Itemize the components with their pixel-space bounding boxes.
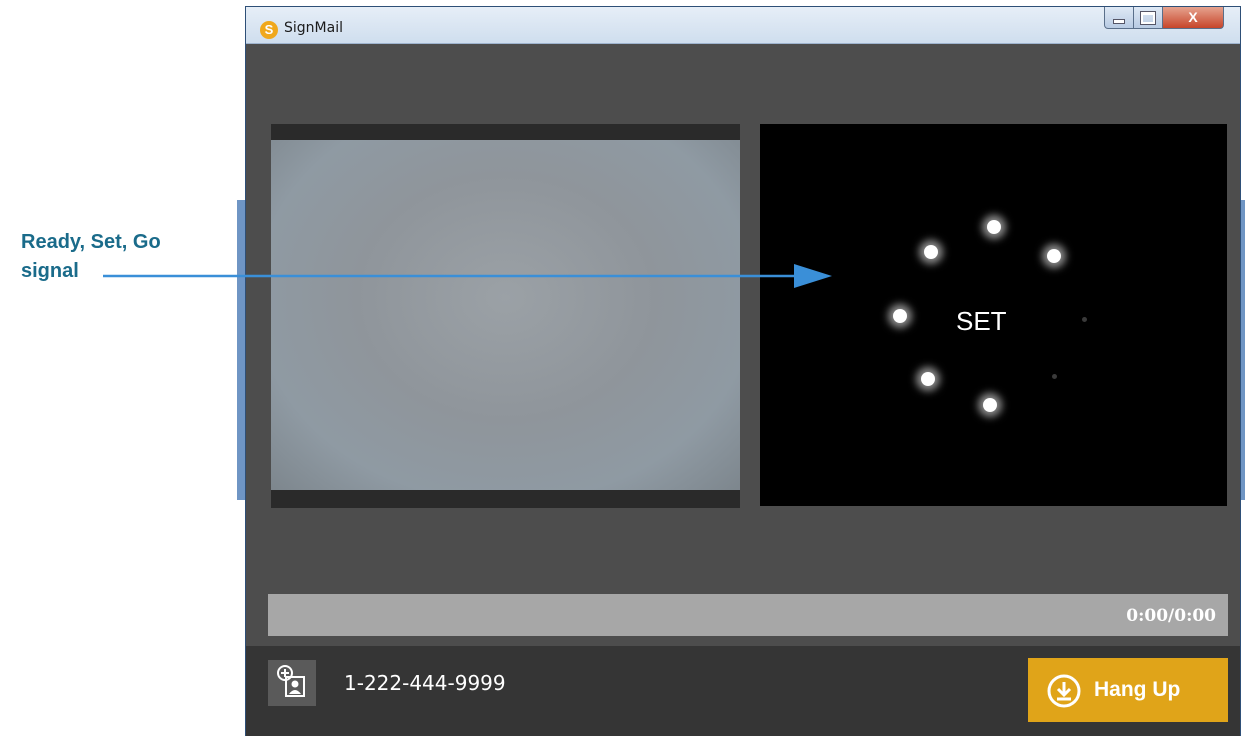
maximize-button[interactable] (1133, 7, 1163, 29)
self-view-frame (271, 124, 740, 508)
hang-up-button[interactable]: Hang Up (1028, 658, 1228, 722)
hang-up-label: Hang Up (1094, 678, 1181, 701)
countdown-dot (921, 372, 935, 386)
download-circle-icon (1047, 674, 1081, 708)
desktop-edge-right (1241, 200, 1245, 500)
signmail-window: S SignMail X SET 0:00/0:00 1-222-444-999… (245, 6, 1241, 736)
desktop-edge-left (237, 200, 245, 500)
playback-time: 0:00/0:00 (1126, 606, 1216, 626)
countdown-panel: SET (760, 124, 1227, 506)
countdown-dot (987, 220, 1001, 234)
maximize-icon (1140, 11, 1156, 25)
annotation-line-2: signal (21, 260, 79, 282)
add-contact-button[interactable] (268, 660, 316, 706)
add-contact-icon (277, 665, 305, 697)
countdown-dot (924, 245, 938, 259)
call-control-bar: 1-222-444-9999 Hang Up (246, 646, 1240, 736)
playback-progress-bar[interactable]: 0:00/0:00 (268, 594, 1228, 636)
signmail-app-icon: S (260, 21, 278, 39)
self-view-video (271, 140, 740, 490)
annotation-label: Ready, Set, Go signal (21, 228, 201, 286)
annotation-line-1: Ready, Set, Go (21, 231, 161, 253)
countdown-dot (983, 398, 997, 412)
minimize-icon (1113, 19, 1125, 24)
countdown-text: SET (956, 306, 1007, 336)
close-button[interactable]: X (1162, 7, 1224, 29)
countdown-dot (1047, 249, 1061, 263)
phone-number: 1-222-444-9999 (344, 671, 506, 695)
window-content: SET 0:00/0:00 1-222-444-9999 Hang Up (246, 44, 1240, 736)
countdown-dot (893, 309, 907, 323)
title-bar[interactable]: S SignMail X (246, 7, 1240, 44)
countdown-dot-dim (1052, 374, 1057, 379)
minimize-button[interactable] (1104, 7, 1134, 29)
countdown-dot-dim (1082, 317, 1087, 322)
window-title: SignMail (284, 20, 343, 36)
